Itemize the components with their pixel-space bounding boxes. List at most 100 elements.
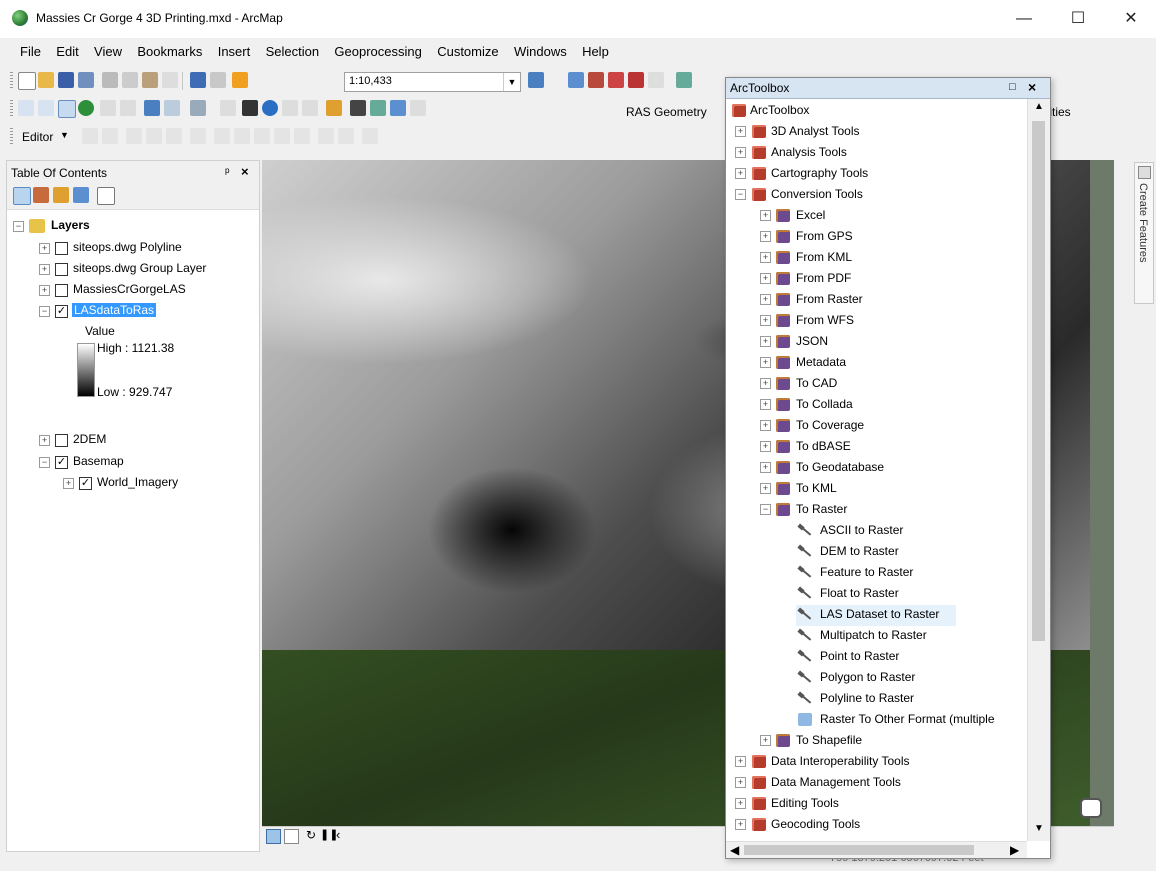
collapse-icon[interactable]: − [39,457,50,468]
toc-layer-row[interactable]: + 2DEM [39,431,253,451]
toolbar-grip[interactable] [10,128,13,146]
scroll-right-arrow-icon[interactable]: ▶ [1010,843,1019,857]
scroll-up-arrow-icon[interactable]: ▲ [1034,101,1044,112]
identify-icon[interactable] [262,100,278,116]
expand-icon[interactable]: + [760,315,771,326]
arctoolbox-icon[interactable] [628,72,644,88]
layer-visibility-checkbox[interactable]: ✓ [55,305,68,318]
list-by-source-icon[interactable] [33,187,49,203]
expand-icon[interactable]: + [760,378,771,389]
add-data-icon[interactable] [232,72,248,88]
toolset-item[interactable]: + From PDF [726,269,1026,290]
refresh-icon[interactable]: ↻ [306,828,316,842]
end-point-arc-icon[interactable] [146,128,162,144]
attributes-icon[interactable] [318,128,334,144]
toolset-item[interactable]: + Excel [726,206,1026,227]
toolbox-item[interactable]: + Editing Tools [726,794,1026,815]
forward-arrow-icon[interactable] [164,100,180,116]
table-of-contents-icon[interactable] [568,72,584,88]
list-by-visibility-icon[interactable] [53,187,69,203]
maximize-button[interactable]: ☐ [1055,6,1101,32]
toolset-item[interactable]: + To Shapefile [726,731,1026,752]
create-features-tab[interactable]: Create Features [1134,162,1154,304]
close-icon[interactable]: × [1028,79,1036,95]
expand-icon[interactable]: + [735,798,746,809]
toolset-item[interactable]: + From WFS [726,311,1026,332]
toolset-item[interactable]: − To Raster [726,500,1026,521]
map-scale-combobox[interactable]: 1:10,433 ▼ [344,72,521,92]
tool-item[interactable]: Multipatch to Raster [726,626,1026,647]
point-tool-icon[interactable] [190,128,206,144]
chevron-down-icon[interactable]: ▼ [60,130,69,140]
layer-visibility-checkbox[interactable] [55,242,68,255]
toolset-item[interactable]: + JSON [726,332,1026,353]
toolbar-grip[interactable] [10,72,13,90]
layer-visibility-checkbox[interactable] [55,434,68,447]
split-tool-icon[interactable] [274,128,290,144]
menu-help[interactable]: Help [576,40,615,59]
expand-icon[interactable]: + [760,399,771,410]
expand-icon[interactable]: + [735,147,746,158]
scrollbar-thumb[interactable] [1032,121,1045,641]
toolbox-item[interactable]: + Cartography Tools [726,164,1026,185]
edit-annotation-icon[interactable] [102,128,118,144]
tool-item[interactable]: Point to Raster [726,647,1026,668]
toolbox-item[interactable]: − Conversion Tools [726,185,1026,206]
open-folder-icon[interactable] [38,72,54,88]
toolbox-item[interactable]: + Data Interoperability Tools [726,752,1026,773]
create-features-icon[interactable] [362,128,378,144]
toc-layer-row-selected[interactable]: − ✓ LASdataToRas [39,302,253,322]
chevron-down-icon[interactable]: ▼ [503,73,520,91]
menu-geoprocessing[interactable]: Geoprocessing [328,40,427,59]
collapse-icon[interactable]: − [760,504,771,515]
clear-selection-icon[interactable] [220,100,236,116]
vertical-scrollbar[interactable]: ▲ ▼ [1027,99,1050,841]
menu-insert[interactable]: Insert [212,40,257,59]
layer-visibility-checkbox[interactable] [55,263,68,276]
expand-icon[interactable]: + [760,462,771,473]
python-window-icon[interactable] [648,72,664,88]
model-builder-icon[interactable] [676,72,692,88]
expand-icon[interactable]: + [735,777,746,788]
tool-item[interactable]: Polyline to Raster [726,689,1026,710]
straight-segment-icon[interactable] [126,128,142,144]
time-slider-icon[interactable] [410,100,426,116]
toolbox-item[interactable]: + Data Management Tools [726,773,1026,794]
expand-icon[interactable]: + [760,441,771,452]
tool-item-highlighted[interactable]: LAS Dataset to Raster [796,605,956,626]
expand-icon[interactable]: + [39,264,50,275]
undo-icon[interactable] [190,72,206,88]
search-window-icon[interactable] [608,72,624,88]
scroll-left-arrow-icon[interactable]: ◀ [730,843,739,857]
menu-edit[interactable]: Edit [50,40,84,59]
cut-polygons-icon[interactable] [254,128,270,144]
tool-item[interactable]: Float to Raster [726,584,1026,605]
collapse-icon[interactable]: − [13,221,24,232]
expand-icon[interactable]: + [735,819,746,830]
catalog-icon[interactable] [588,72,604,88]
expand-icon[interactable]: + [760,336,771,347]
print-icon[interactable] [78,72,94,88]
expand-icon[interactable]: + [760,483,771,494]
list-by-selection-icon[interactable] [73,187,89,203]
toc-layer-row[interactable]: + ✓ World_Imagery [63,474,253,494]
pin-icon[interactable]: ᵖ [225,165,230,179]
list-by-drawing-order-icon[interactable] [13,187,31,205]
layer-visibility-checkbox[interactable]: ✓ [55,456,68,469]
tree-root[interactable]: ArcToolbox [726,101,1026,122]
expand-icon[interactable]: + [39,285,50,296]
zoom-in-icon[interactable] [18,100,34,116]
expand-icon[interactable]: + [760,420,771,431]
menu-bookmarks[interactable]: Bookmarks [131,40,208,59]
toc-layer-row[interactable]: + MassiesCrGorgeLAS [39,281,253,301]
zoom-out-icon[interactable] [38,100,54,116]
full-extent-icon[interactable] [78,100,94,116]
reshape-icon[interactable] [234,128,250,144]
menu-view[interactable]: View [88,40,128,59]
toolbox-item[interactable]: + Analysis Tools [726,143,1026,164]
toolset-item[interactable]: + To Geodatabase [726,458,1026,479]
expand-icon[interactable]: + [63,478,74,489]
toolset-item[interactable]: + From KML [726,248,1026,269]
select-features-icon[interactable] [190,100,206,116]
tool-item[interactable]: ASCII to Raster [726,521,1026,542]
